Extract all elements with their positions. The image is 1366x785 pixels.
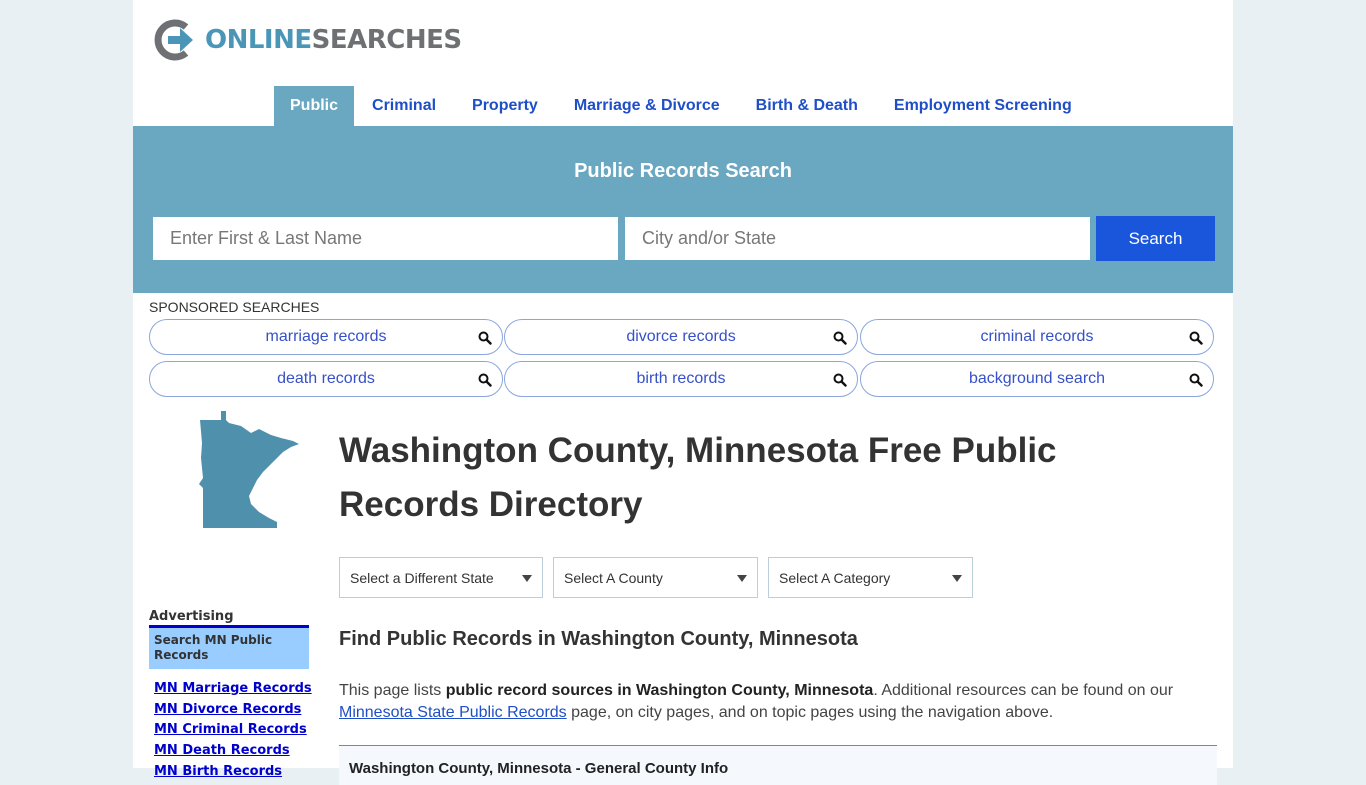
search-icon <box>1189 373 1203 387</box>
intro-bold: public record sources in Washington Coun… <box>445 682 874 699</box>
location-input[interactable] <box>625 217 1090 260</box>
sponsored-background-search[interactable]: background search <box>860 361 1214 397</box>
sponsored-label: SPONSORED SEARCHES <box>149 299 320 315</box>
page-container: ONLINESEARCHES Public Criminal Property … <box>133 0 1233 785</box>
chevron-down-icon <box>952 575 962 582</box>
nav-criminal[interactable]: Criminal <box>354 86 454 126</box>
pill-label: criminal records <box>980 328 1094 345</box>
search-icon <box>833 373 847 387</box>
nav-property[interactable]: Property <box>454 86 556 126</box>
search-band: Public Records Search Search <box>133 126 1233 293</box>
intro-text: This page lists <box>339 682 446 699</box>
nav-public[interactable]: Public <box>274 86 355 126</box>
logo-searches: SEARCHES <box>311 25 462 55</box>
sidebar-link-birth[interactable]: MN Birth Records <box>154 762 312 783</box>
sidebar-link-divorce[interactable]: MN Divorce Records <box>154 700 312 721</box>
category-select-label: Select A Category <box>779 570 891 586</box>
section-title: Find Public Records in Washington County… <box>339 628 858 650</box>
state-select[interactable]: Select a Different State <box>339 557 543 598</box>
pill-label: marriage records <box>265 328 387 345</box>
chevron-down-icon <box>737 575 747 582</box>
intro-paragraph: This page lists public record sources in… <box>339 680 1219 724</box>
sidebar-link-marriage[interactable]: MN Marriage Records <box>154 679 312 700</box>
pill-label: birth records <box>636 370 726 387</box>
intro-text: . Additional resources can be found on o… <box>873 682 1174 699</box>
main-nav: Public Criminal Property Marriage & Divo… <box>274 86 1090 126</box>
search-icon <box>1189 331 1203 345</box>
site-logo[interactable]: ONLINESEARCHES <box>153 18 462 62</box>
advertising-label: Advertising <box>149 609 234 624</box>
search-title: Public Records Search <box>574 160 792 182</box>
nav-marriage-divorce[interactable]: Marriage & Divorce <box>556 86 738 126</box>
sidebar-box-title: Search MN Public Records <box>149 625 309 669</box>
sidebar-link-death[interactable]: MN Death Records <box>154 741 312 762</box>
intro-text: page, on city pages, and on topic pages … <box>566 704 1054 721</box>
pill-label: death records <box>277 370 375 387</box>
logo-arrow-icon <box>154 19 193 61</box>
sponsored-divorce-records[interactable]: divorce records <box>504 319 858 355</box>
state-select-label: Select a Different State <box>350 570 494 586</box>
sponsored-birth-records[interactable]: birth records <box>504 361 858 397</box>
info-box-title: Washington County, Minnesota - General C… <box>349 760 729 777</box>
sponsored-marriage-records[interactable]: marriage records <box>149 319 503 355</box>
state-records-link[interactable]: Minnesota State Public Records <box>339 704 567 721</box>
search-icon <box>478 331 492 345</box>
sponsored-death-records[interactable]: death records <box>149 361 503 397</box>
chevron-down-icon <box>522 575 532 582</box>
pill-label: divorce records <box>626 328 736 345</box>
county-select[interactable]: Select A County <box>553 557 758 598</box>
pill-label: background search <box>968 370 1106 387</box>
sponsored-criminal-records[interactable]: criminal records <box>860 319 1214 355</box>
nav-employment-screening[interactable]: Employment Screening <box>876 86 1090 126</box>
county-select-label: Select A County <box>564 570 663 586</box>
page-title: Washington County, Minnesota Free Public… <box>339 431 1057 524</box>
search-icon <box>478 373 492 387</box>
nav-birth-death[interactable]: Birth & Death <box>738 86 876 126</box>
sidebar-link-criminal[interactable]: MN Criminal Records <box>154 720 312 741</box>
category-select[interactable]: Select A Category <box>768 557 973 598</box>
search-button[interactable]: Search <box>1096 216 1215 261</box>
logo-text: ONLINESEARCHES <box>205 25 462 55</box>
name-input[interactable] <box>153 217 618 260</box>
general-info-box: Washington County, Minnesota - General C… <box>339 745 1217 785</box>
sidebar-links: MN Marriage Records MN Divorce Records M… <box>154 679 312 783</box>
logo-online: ONLINE <box>205 25 312 55</box>
search-icon <box>833 331 847 345</box>
minnesota-map-icon <box>199 411 299 528</box>
